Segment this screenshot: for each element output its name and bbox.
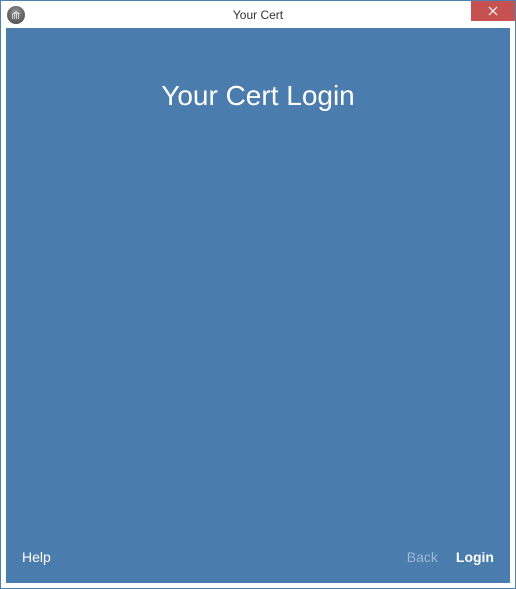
window-title: Your Cert — [233, 8, 283, 22]
page-title: Your Cert Login — [6, 80, 510, 112]
help-link[interactable]: Help — [22, 549, 51, 565]
titlebar: Your Cert — [1, 1, 515, 29]
content-panel: Your Cert Login Help Back Login — [6, 28, 510, 583]
close-button[interactable] — [471, 1, 515, 21]
login-button[interactable]: Login — [456, 549, 494, 565]
footer: Help Back Login — [6, 539, 510, 583]
close-icon — [488, 6, 498, 16]
back-button: Back — [407, 549, 438, 565]
app-icon — [7, 6, 25, 24]
